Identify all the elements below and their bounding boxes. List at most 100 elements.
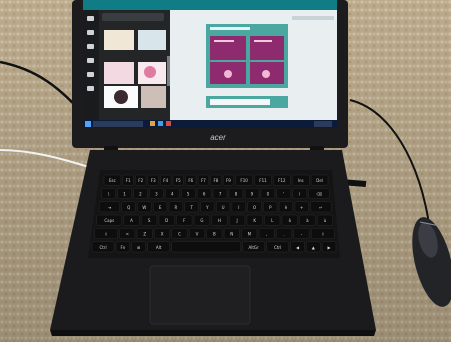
key[interactable]: F1	[122, 174, 134, 186]
key[interactable]: ⇥	[98, 201, 121, 213]
key[interactable]: ù	[316, 214, 334, 226]
key[interactable]: +	[294, 201, 309, 213]
taskbar-app-icon[interactable]	[166, 121, 171, 126]
key[interactable]: '	[276, 188, 291, 199]
key[interactable]: Ins	[292, 174, 310, 186]
key[interactable]: -	[293, 228, 310, 239]
key[interactable]: N	[223, 228, 240, 239]
design-tile[interactable]	[210, 36, 246, 60]
design-tile[interactable]	[250, 36, 284, 60]
key[interactable]: B	[206, 228, 223, 239]
key[interactable]: Ctrl	[91, 241, 115, 253]
key[interactable]: F	[176, 214, 193, 226]
key[interactable]: Fn	[115, 241, 131, 253]
key[interactable]: M	[241, 228, 258, 239]
key[interactable]: ,	[258, 228, 275, 239]
key[interactable]: ▲	[306, 241, 321, 253]
key[interactable]: D	[158, 214, 175, 226]
key[interactable]: L	[264, 214, 281, 226]
key[interactable]: AltGr	[242, 241, 265, 253]
key[interactable]: Z	[136, 228, 153, 239]
start-button[interactable]	[85, 121, 91, 127]
key[interactable]: 9	[244, 188, 260, 199]
key[interactable]: Esc	[103, 174, 122, 186]
key[interactable]: ⇧	[311, 228, 335, 239]
key[interactable]: F5	[172, 174, 184, 186]
key-label: 1	[123, 192, 126, 197]
key[interactable]: T	[184, 201, 199, 213]
key[interactable]: Ctrl	[266, 241, 289, 253]
key[interactable]: 8	[228, 188, 244, 199]
key[interactable]: F12	[273, 174, 291, 186]
sidebar-icon-elements[interactable]	[87, 30, 94, 35]
key[interactable]: ò	[281, 214, 298, 226]
key[interactable]: Caps	[96, 214, 122, 226]
key[interactable]: 0	[260, 188, 276, 199]
key[interactable]: Y	[200, 201, 215, 213]
template-thumbnail[interactable]	[104, 62, 134, 84]
key[interactable]: F3	[147, 174, 159, 186]
key[interactable]: 7	[212, 188, 228, 199]
key[interactable]: Q	[121, 201, 136, 213]
key[interactable]: ▶	[321, 241, 337, 253]
key[interactable]: F7	[197, 174, 209, 186]
taskbar-app-icon[interactable]	[150, 121, 155, 126]
key[interactable]: F10	[235, 174, 253, 186]
key[interactable]: F2	[135, 174, 147, 186]
key[interactable]: F11	[254, 174, 272, 186]
key[interactable]: K	[246, 214, 263, 226]
key[interactable]: 2	[133, 188, 148, 199]
key[interactable]: P	[263, 201, 278, 213]
sidebar-icon-text[interactable]	[87, 58, 94, 63]
touchpad[interactable]	[149, 265, 251, 325]
key[interactable]: U	[215, 201, 231, 213]
sidebar-scrollbar[interactable]	[167, 56, 170, 86]
key[interactable]: 5	[181, 188, 196, 199]
key[interactable]: 4	[165, 188, 180, 199]
sidebar-icon-templates[interactable]	[87, 16, 94, 21]
key[interactable]: 6	[196, 188, 212, 199]
key[interactable]: F9	[222, 174, 234, 186]
key[interactable]: ↵	[310, 201, 332, 213]
key[interactable]: J	[229, 214, 246, 226]
key[interactable]: S	[141, 214, 158, 226]
key[interactable]: W	[137, 201, 152, 213]
key[interactable]: 3	[149, 188, 164, 199]
key[interactable]: \	[101, 188, 116, 199]
key[interactable]: ⊞	[131, 241, 146, 253]
key[interactable]: Del	[310, 174, 329, 186]
key-space[interactable]	[171, 241, 241, 253]
key[interactable]: G	[193, 214, 210, 226]
key[interactable]: Alt	[147, 241, 170, 253]
taskbar-search-box[interactable]	[93, 121, 143, 127]
key[interactable]: I	[231, 201, 246, 213]
sidebar-search-input[interactable]	[102, 13, 164, 21]
key[interactable]: à	[299, 214, 316, 226]
key[interactable]: X	[154, 228, 171, 239]
key[interactable]: <	[119, 228, 136, 239]
sidebar-icon-uploads[interactable]	[87, 44, 94, 49]
key[interactable]: H	[211, 214, 228, 226]
key[interactable]: ⇧	[94, 228, 118, 239]
template-thumbnail[interactable]	[138, 30, 166, 50]
key[interactable]: ì	[292, 188, 307, 199]
key[interactable]: A	[123, 214, 140, 226]
sidebar-icon-photos[interactable]	[87, 72, 94, 77]
key[interactable]: F4	[160, 174, 172, 186]
key[interactable]: F6	[185, 174, 197, 186]
key[interactable]: 1	[117, 188, 132, 199]
template-thumbnail[interactable]	[141, 86, 166, 108]
key[interactable]: ⌫	[308, 188, 330, 199]
key[interactable]: ◀	[290, 241, 305, 253]
key[interactable]: è	[278, 201, 294, 213]
template-thumbnail[interactable]	[104, 30, 134, 50]
key[interactable]: O	[247, 201, 262, 213]
key[interactable]: C	[171, 228, 188, 239]
key[interactable]: R	[168, 201, 183, 213]
key[interactable]: .	[276, 228, 293, 239]
key[interactable]: V	[189, 228, 205, 239]
taskbar-app-icon[interactable]	[158, 121, 163, 126]
sidebar-icon-more[interactable]	[87, 86, 94, 91]
key[interactable]: E	[153, 201, 168, 213]
key[interactable]: F8	[210, 174, 222, 186]
